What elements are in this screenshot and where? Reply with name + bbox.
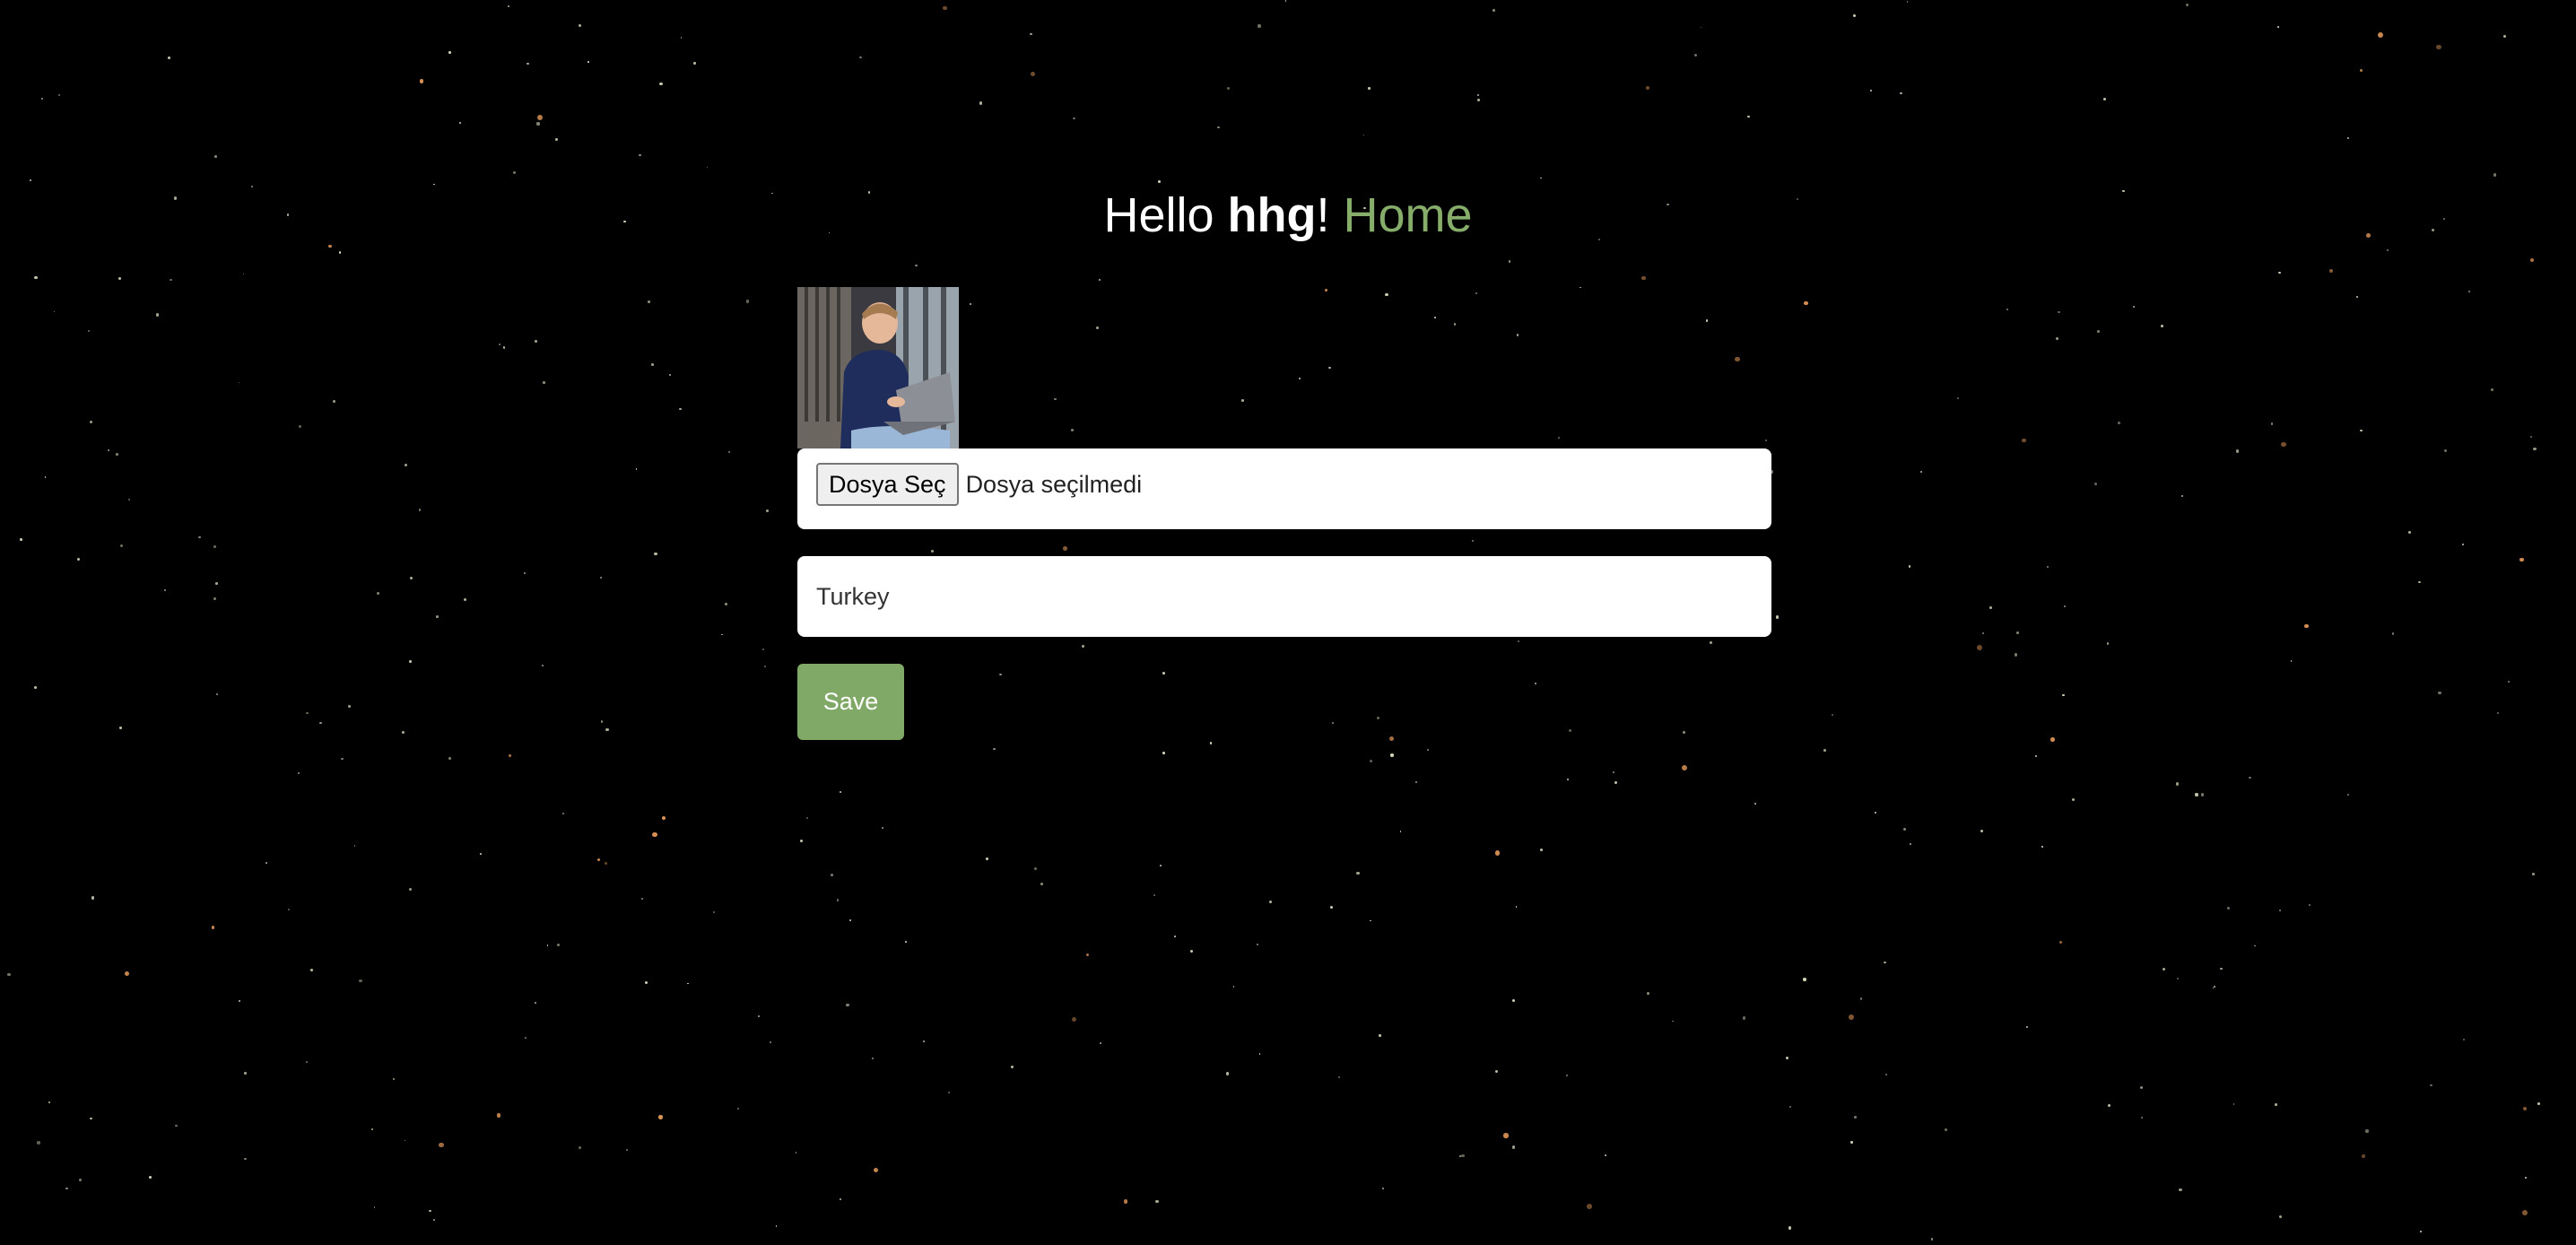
profile-form: Dosya Seç Dosya seçilmedi Save (797, 287, 1771, 740)
profile-page: Hello hhg! Home Dosya Seç Dosya seçilmed… (0, 0, 2576, 1245)
username: hhg (1227, 188, 1317, 242)
profile-photo-icon (797, 287, 959, 448)
file-upload-field: Dosya Seç Dosya seçilmedi (797, 448, 1771, 529)
save-button[interactable]: Save (797, 664, 904, 740)
greeting-exclamation: ! (1316, 188, 1344, 242)
home-link[interactable]: Home (1344, 188, 1473, 242)
page-title: Hello hhg! Home (0, 184, 2576, 247)
file-status-text: Dosya seçilmedi (965, 470, 1143, 498)
avatar (797, 287, 959, 448)
greeting-hello: Hello (1103, 188, 1228, 242)
country-input[interactable] (797, 556, 1771, 637)
choose-file-button[interactable]: Dosya Seç (816, 463, 959, 506)
